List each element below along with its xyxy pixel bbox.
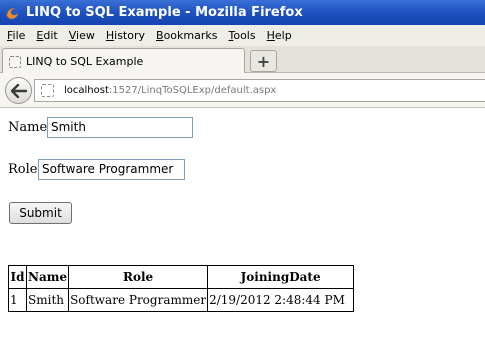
new-tab-button[interactable]: +: [250, 50, 277, 72]
cell-role: Software Programmer: [68, 288, 209, 312]
column-header-id: Id: [8, 265, 27, 289]
cell-joiningdate: 2/19/2012 2:48:44 PM: [207, 288, 355, 312]
page-favicon-icon: [9, 55, 21, 68]
menu-file[interactable]: File: [7, 29, 25, 42]
tab-label: LINQ to SQL Example: [26, 55, 144, 68]
menu-bookmarks[interactable]: Bookmarks: [156, 29, 217, 42]
url-path: :1527/LinqToSQLExp/default.aspx: [108, 85, 277, 96]
site-identity-icon: [41, 84, 54, 97]
menu-view[interactable]: View: [69, 29, 95, 42]
column-header-joiningdate: JoiningDate: [207, 265, 355, 289]
address-bar[interactable]: localhost:1527/LinqToSQLExp/default.aspx: [34, 79, 485, 102]
tab-strip: LINQ to SQL Example +: [0, 46, 485, 74]
table-row: 1 Smith Software Programmer 2/19/2012 2:…: [8, 288, 355, 312]
name-input[interactable]: Smith: [47, 117, 193, 138]
role-label: Role:: [8, 162, 42, 177]
column-header-name: Name: [25, 265, 70, 289]
window-title: LINQ to SQL Example - Mozilla Firefox: [26, 5, 303, 20]
menu-tools[interactable]: Tools: [228, 29, 255, 42]
back-arrow-icon: [10, 83, 27, 98]
submit-button[interactable]: Submit: [9, 202, 72, 224]
menu-history[interactable]: History: [106, 29, 145, 42]
tab-active[interactable]: LINQ to SQL Example: [2, 48, 245, 74]
menu-edit[interactable]: Edit: [36, 29, 57, 42]
cell-name: Smith: [25, 288, 70, 312]
menu-bar: File Edit View History Bookmarks Tools H…: [0, 25, 485, 46]
window-titlebar[interactable]: LINQ to SQL Example - Mozilla Firefox: [0, 0, 485, 25]
column-header-role: Role: [68, 265, 209, 289]
url-host: localhost: [64, 85, 109, 96]
navigation-bar: localhost:1527/LinqToSQLExp/default.aspx: [0, 73, 485, 108]
name-label: Name:: [8, 120, 52, 135]
firefox-logo-icon: [5, 5, 19, 20]
role-input[interactable]: Software Programmer: [38, 159, 185, 180]
back-button[interactable]: [5, 77, 32, 104]
menu-help[interactable]: Help: [267, 29, 292, 42]
table-header-row: Id Name Role JoiningDate: [8, 265, 355, 289]
employee-table: Id Name Role JoiningDate 1 Smith Softwar…: [8, 265, 355, 312]
page-content: Name: Smith Role: Software Programmer Su…: [0, 109, 485, 348]
cell-id: 1: [8, 288, 27, 312]
plus-icon: +: [256, 51, 271, 71]
